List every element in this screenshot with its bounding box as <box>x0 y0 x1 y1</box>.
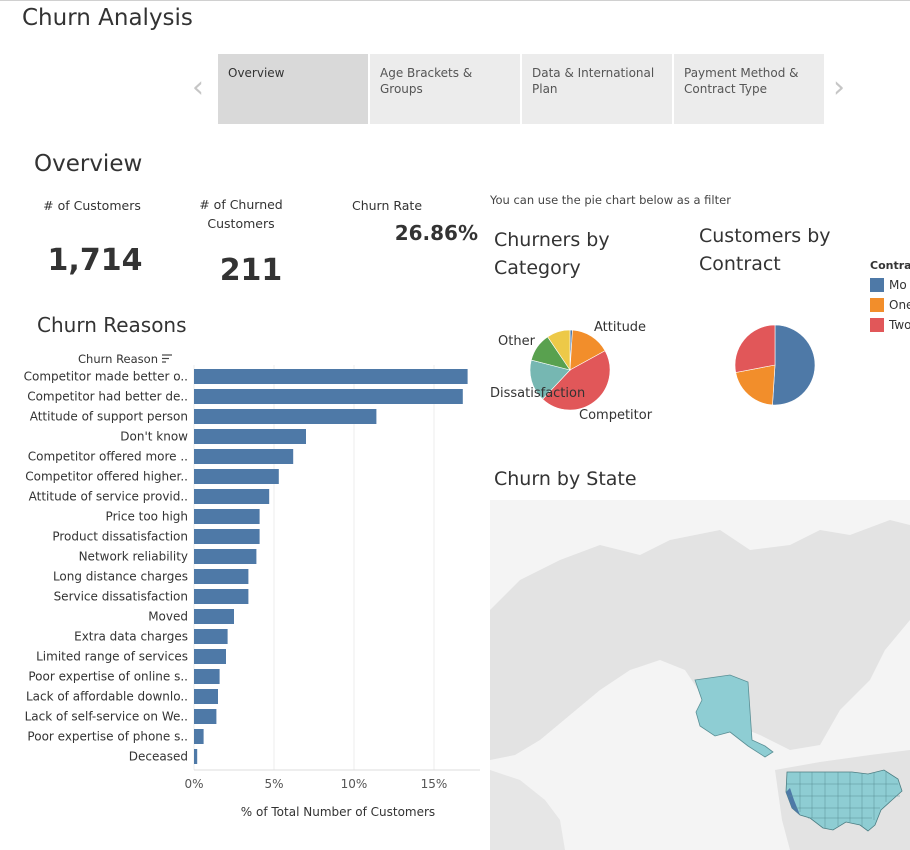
overview-title: Overview <box>34 151 143 177</box>
churn-reason-label[interactable]: Deceased <box>129 750 188 764</box>
churners-by-category-title: Churners by Category <box>494 229 610 279</box>
churn-reason-label[interactable]: Network reliability <box>79 550 188 564</box>
x-tick-label: 15% <box>421 777 448 791</box>
contract-pie-slice[interactable] <box>772 324 816 406</box>
churn-reason-bar[interactable] <box>194 689 218 704</box>
top-divider <box>0 0 910 1</box>
chevron-left-icon[interactable]: ‹ <box>192 70 204 106</box>
churn-reason-bar[interactable] <box>194 729 204 744</box>
customers-by-contract-pie[interactable] <box>725 315 825 415</box>
churn-reason-label[interactable]: Extra data charges <box>74 630 188 644</box>
x-axis-title: % of Total Number of Customers <box>241 805 435 819</box>
churn-reason-bar[interactable] <box>194 489 270 504</box>
contract-pie-slice[interactable] <box>734 324 776 373</box>
tab-data-international[interactable]: Data & International Plan <box>522 54 672 124</box>
churn-reason-label[interactable]: Long distance charges <box>53 570 188 584</box>
churn-reason-bar[interactable] <box>194 629 228 644</box>
category-pie-label: Other <box>498 334 536 349</box>
churn-reason-label[interactable]: Competitor offered more .. <box>28 450 188 464</box>
customers-label: # of Customers <box>43 198 141 213</box>
tab-payment-contract[interactable]: Payment Method & Contract Type <box>674 54 824 124</box>
churn-reason-header: Churn Reason <box>78 352 158 366</box>
churn-reason-label[interactable]: Don't know <box>120 430 188 444</box>
chevron-right-icon[interactable]: › <box>833 70 845 106</box>
churn-reason-bar[interactable] <box>194 509 260 524</box>
customers-by-contract-title: Customers by Contract <box>699 225 831 275</box>
churn-by-state-map[interactable] <box>490 500 910 850</box>
churn-reason-label[interactable]: Competitor had better de.. <box>27 390 188 404</box>
churn-reason-label[interactable]: Poor expertise of online s.. <box>28 670 188 684</box>
filter-hint: You can use the pie chart below as a fil… <box>490 193 731 207</box>
churn-reason-label[interactable]: Competitor made better o.. <box>24 370 188 384</box>
legend-title: Contrac <box>870 259 910 272</box>
churn-reason-bar[interactable] <box>194 529 260 544</box>
churn-reason-bar[interactable] <box>194 669 220 684</box>
churned-value: 211 <box>219 253 283 288</box>
churn-reasons-title: Churn Reasons <box>37 313 187 337</box>
customers-value: 1,714 <box>47 243 143 278</box>
churn-reason-bar[interactable] <box>194 709 217 724</box>
churn-reason-label[interactable]: Product dissatisfaction <box>52 530 188 544</box>
legend-item-mo[interactable]: Mo <box>870 278 910 298</box>
sort-icon[interactable] <box>162 354 172 363</box>
churn-rate-label: Churn Rate <box>351 198 423 213</box>
churn-reason-bar[interactable] <box>194 389 463 404</box>
churned-label: # of Churned Customers <box>199 197 283 231</box>
churn-reason-bar[interactable] <box>194 369 468 384</box>
churn-reason-label[interactable]: Competitor offered higher.. <box>25 470 188 484</box>
churn-by-state-title: Churn by State <box>494 468 637 490</box>
churn-reason-bar[interactable] <box>194 649 226 664</box>
churn-reason-label[interactable]: Moved <box>148 610 188 624</box>
churn-reason-label[interactable]: Lack of self-service on We.. <box>25 710 188 724</box>
legend-item-one[interactable]: One <box>870 298 910 318</box>
churn-reason-label[interactable]: Service dissatisfaction <box>54 590 188 604</box>
churn-reason-label[interactable]: Poor expertise of phone s.. <box>27 730 188 744</box>
app-title: Churn Analysis <box>22 5 193 31</box>
churn-reasons-chart[interactable]: Churn Reason Competitor made better o.. Co… <box>0 345 485 825</box>
churn-reason-bar[interactable] <box>194 589 249 604</box>
churn-reason-bar[interactable] <box>194 609 234 624</box>
x-tick-label: 5% <box>264 777 283 791</box>
contract-legend: Contrac Mo One Two <box>870 259 910 338</box>
churn-reason-label[interactable]: Lack of affordable downlo.. <box>26 690 188 704</box>
churn-reason-bar[interactable] <box>194 569 249 584</box>
category-pie-label: Attitude <box>594 320 646 335</box>
churn-reason-bar[interactable] <box>194 449 294 464</box>
churners-by-category-pie[interactable]: Attitude Other Dissatisfaction Competitor <box>485 310 690 435</box>
churn-reason-label[interactable]: Limited range of services <box>36 650 188 664</box>
legend-item-two[interactable]: Two <box>870 318 910 338</box>
category-pie-label: Competitor <box>579 408 653 423</box>
churn-reason-bar[interactable] <box>194 549 257 564</box>
x-tick-label: 0% <box>184 777 203 791</box>
churn-reason-label[interactable]: Price too high <box>106 510 188 524</box>
churn-reason-label[interactable]: Attitude of service provid.. <box>29 490 188 504</box>
churn-rate-value: 26.86% <box>394 221 478 245</box>
churn-reason-label[interactable]: Attitude of support person <box>30 410 188 424</box>
tab-overview[interactable]: Overview <box>218 54 368 124</box>
churn-reason-bar[interactable] <box>194 429 306 444</box>
churn-reason-bar[interactable] <box>194 469 279 484</box>
churn-reason-bar[interactable] <box>194 749 198 764</box>
category-pie-label: Dissatisfaction <box>490 386 585 401</box>
churn-reason-bar[interactable] <box>194 409 377 424</box>
tab-age-brackets[interactable]: Age Brackets & Groups <box>370 54 520 124</box>
x-tick-label: 10% <box>341 777 368 791</box>
